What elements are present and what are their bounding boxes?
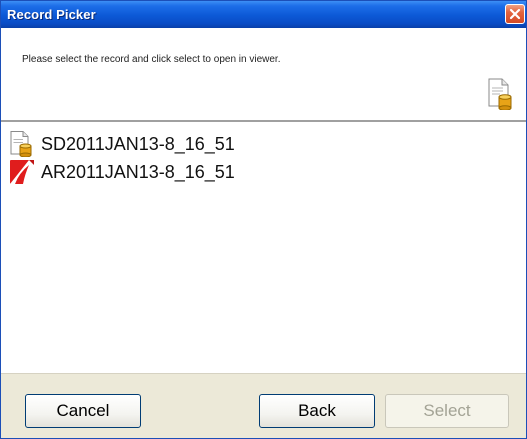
window-title: Record Picker (7, 7, 96, 22)
close-button[interactable] (505, 4, 525, 24)
select-button[interactable]: Select (385, 394, 509, 428)
title-bar[interactable]: Record Picker (1, 1, 526, 28)
pdf-document-icon (10, 160, 34, 184)
list-item-record-ar[interactable]: AR2011JAN13-8_16_51 (9, 159, 235, 185)
header-panel: Please select the record and click selec… (1, 28, 526, 120)
record-list[interactable]: SD2011JAN13-8_16_51 AR2011JAN13-8_16_51 (1, 123, 526, 373)
document-database-icon (10, 131, 32, 157)
record-label: SD2011JAN13-8_16_51 (41, 133, 235, 154)
document-database-icon (488, 78, 512, 110)
list-item-record-sd[interactable]: SD2011JAN13-8_16_51 (9, 131, 235, 157)
back-button[interactable]: Back (259, 394, 375, 428)
button-bar: Cancel Back Select (1, 373, 526, 438)
record-picker-dialog: Record Picker Please select the record a… (0, 0, 527, 439)
record-label: AR2011JAN13-8_16_51 (41, 161, 235, 182)
cancel-button[interactable]: Cancel (25, 394, 141, 428)
instruction-text: Please select the record and click selec… (22, 54, 281, 65)
close-icon (509, 8, 521, 20)
